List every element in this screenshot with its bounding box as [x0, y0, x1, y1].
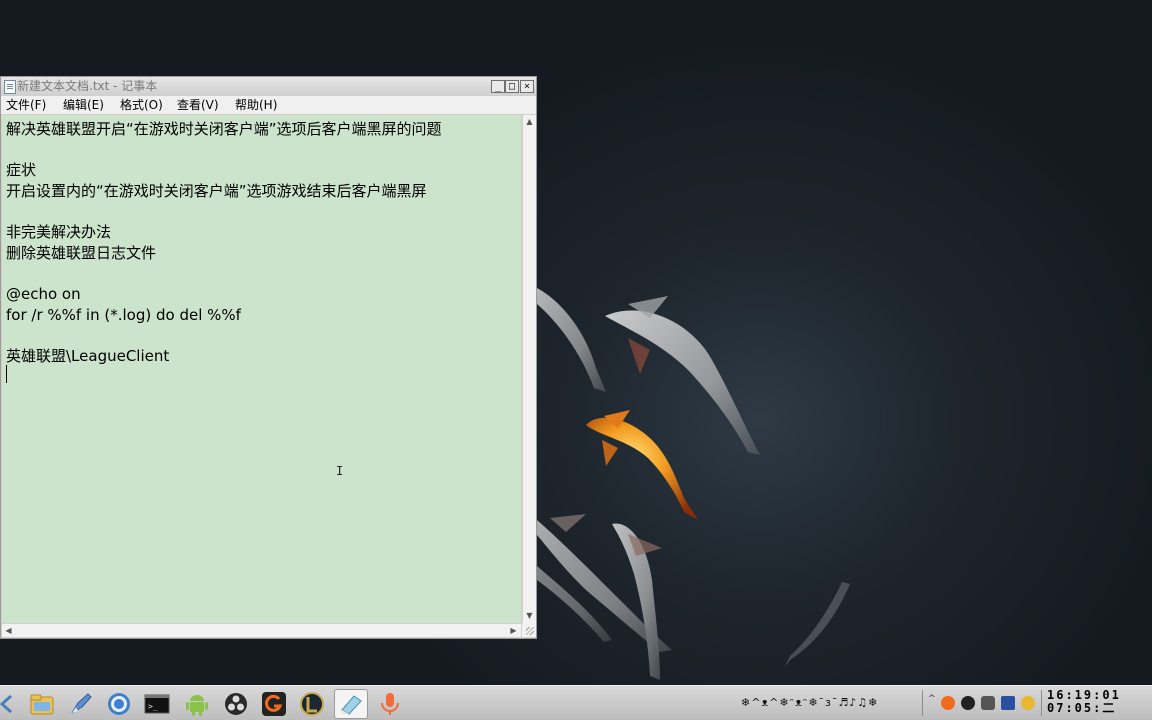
taskbar-league-of-legends[interactable]: [297, 689, 327, 719]
tray-g-app-icon[interactable]: [941, 696, 955, 710]
svg-text:>_: >_: [148, 702, 158, 711]
clock-date: 07:05:二: [1047, 701, 1117, 715]
android-icon: [186, 695, 208, 716]
menu-format[interactable]: 格式(O): [120, 98, 163, 112]
text-line: for /r %%f in (*.log) do del %%f: [6, 306, 241, 324]
text-line: 非完美解决办法: [6, 223, 112, 241]
taskbar-browser-launcher[interactable]: [66, 689, 96, 719]
start-arrow-icon[interactable]: [0, 695, 12, 713]
taskbar-obs[interactable]: [221, 689, 251, 719]
text-caret: [6, 365, 7, 383]
tray-app-icon[interactable]: [1001, 696, 1015, 710]
taskbar-chrome[interactable]: [104, 689, 134, 719]
taskbar: >_ ❄^ᴥ^❄ᵔᴥᵔ❄ˉɜˉ♬♪♫❄ ^ 16:19:01 07:05:二: [0, 685, 1152, 720]
lol-icon: [300, 692, 324, 716]
close-button[interactable]: ×: [520, 80, 534, 93]
folder-icon: [30, 694, 54, 715]
maximize-button[interactable]: □: [505, 80, 519, 93]
taskbar-g-app[interactable]: [259, 689, 289, 719]
scroll-right-arrow-icon[interactable]: ▶: [508, 625, 519, 636]
scroll-up-arrow-icon[interactable]: ▲: [524, 116, 535, 127]
minimize-button[interactable]: _: [491, 80, 505, 93]
notepad-window[interactable]: 新建文本文档.txt - 记事本 _ □ × 文件(F) 编辑(E) 格式(O)…: [0, 76, 537, 639]
microphone-icon: [381, 693, 399, 715]
tray-expand-icon[interactable]: ^: [928, 694, 936, 704]
text-editor[interactable]: 解决英雄联盟开启“在游戏时关闭客户端”选项后客户端黑屏的问题 症状 开启设置内的…: [2, 115, 521, 623]
menu-file[interactable]: 文件(F): [6, 98, 46, 112]
vertical-scrollbar[interactable]: ▲ ▼: [522, 115, 536, 623]
notepad-icon: [341, 695, 362, 715]
taskbar-terminal[interactable]: >_: [142, 689, 172, 719]
window-title: 新建文本文档.txt - 记事本: [17, 79, 158, 93]
text-line: 解决英雄联盟开启“在游戏时关闭客户端”选项后客户端黑屏的问题: [6, 120, 442, 138]
menu-view[interactable]: 查看(V): [177, 98, 219, 112]
taskbar-notepad[interactable]: [334, 689, 368, 719]
notepad-icon: [4, 80, 16, 94]
taskbar-microphone[interactable]: [375, 689, 405, 719]
terminal-icon: >_: [144, 694, 170, 714]
clock[interactable]: 16:19:01 07:05:二: [1047, 689, 1147, 715]
tray-lock-icon[interactable]: [981, 696, 995, 710]
koi-gold: [586, 417, 698, 520]
resize-grip[interactable]: [522, 623, 536, 637]
koi-faint: [784, 582, 850, 668]
window-titlebar[interactable]: 新建文本文档.txt - 记事本 _ □ ×: [1, 77, 536, 97]
text-line: 症状: [6, 161, 37, 179]
text-line: 开启设置内的“在游戏时关闭客户端”选项游戏结束后客户端黑屏: [6, 182, 427, 200]
scroll-left-arrow-icon[interactable]: ◀: [3, 625, 14, 636]
scroll-down-arrow-icon[interactable]: ▼: [524, 610, 535, 621]
tray-network-icon[interactable]: [1021, 696, 1035, 710]
text-line: 删除英雄联盟日志文件: [6, 244, 157, 262]
system-tray: ^: [922, 690, 1042, 716]
text-line: @echo on: [6, 285, 81, 303]
text-line: 英雄联盟\LeagueClient: [6, 347, 170, 365]
desktop: 新建文本文档.txt - 记事本 _ □ × 文件(F) 编辑(E) 格式(O)…: [0, 0, 1152, 720]
menu-bar: 文件(F) 编辑(E) 格式(O) 查看(V) 帮助(H): [1, 96, 536, 114]
rocket-icon: [71, 693, 92, 714]
horizontal-scrollbar[interactable]: ◀ ▶: [2, 623, 521, 637]
koi-silver-2: [537, 288, 606, 392]
obs-icon: [225, 693, 247, 715]
taskbar-file-manager[interactable]: [27, 689, 57, 719]
menu-help[interactable]: 帮助(H): [235, 98, 277, 112]
g-app-icon: [262, 692, 286, 716]
taskbar-android[interactable]: [182, 689, 212, 719]
menu-edit[interactable]: 编辑(E): [63, 98, 104, 112]
chrome-icon: [108, 693, 130, 715]
tray-kaomoji-text: ❄^ᴥ^❄ᵔᴥᵔ❄ˉɜˉ♬♪♫❄: [741, 696, 879, 709]
tray-obs-icon[interactable]: [961, 696, 975, 710]
ibeam-cursor-icon: I: [336, 464, 344, 478]
